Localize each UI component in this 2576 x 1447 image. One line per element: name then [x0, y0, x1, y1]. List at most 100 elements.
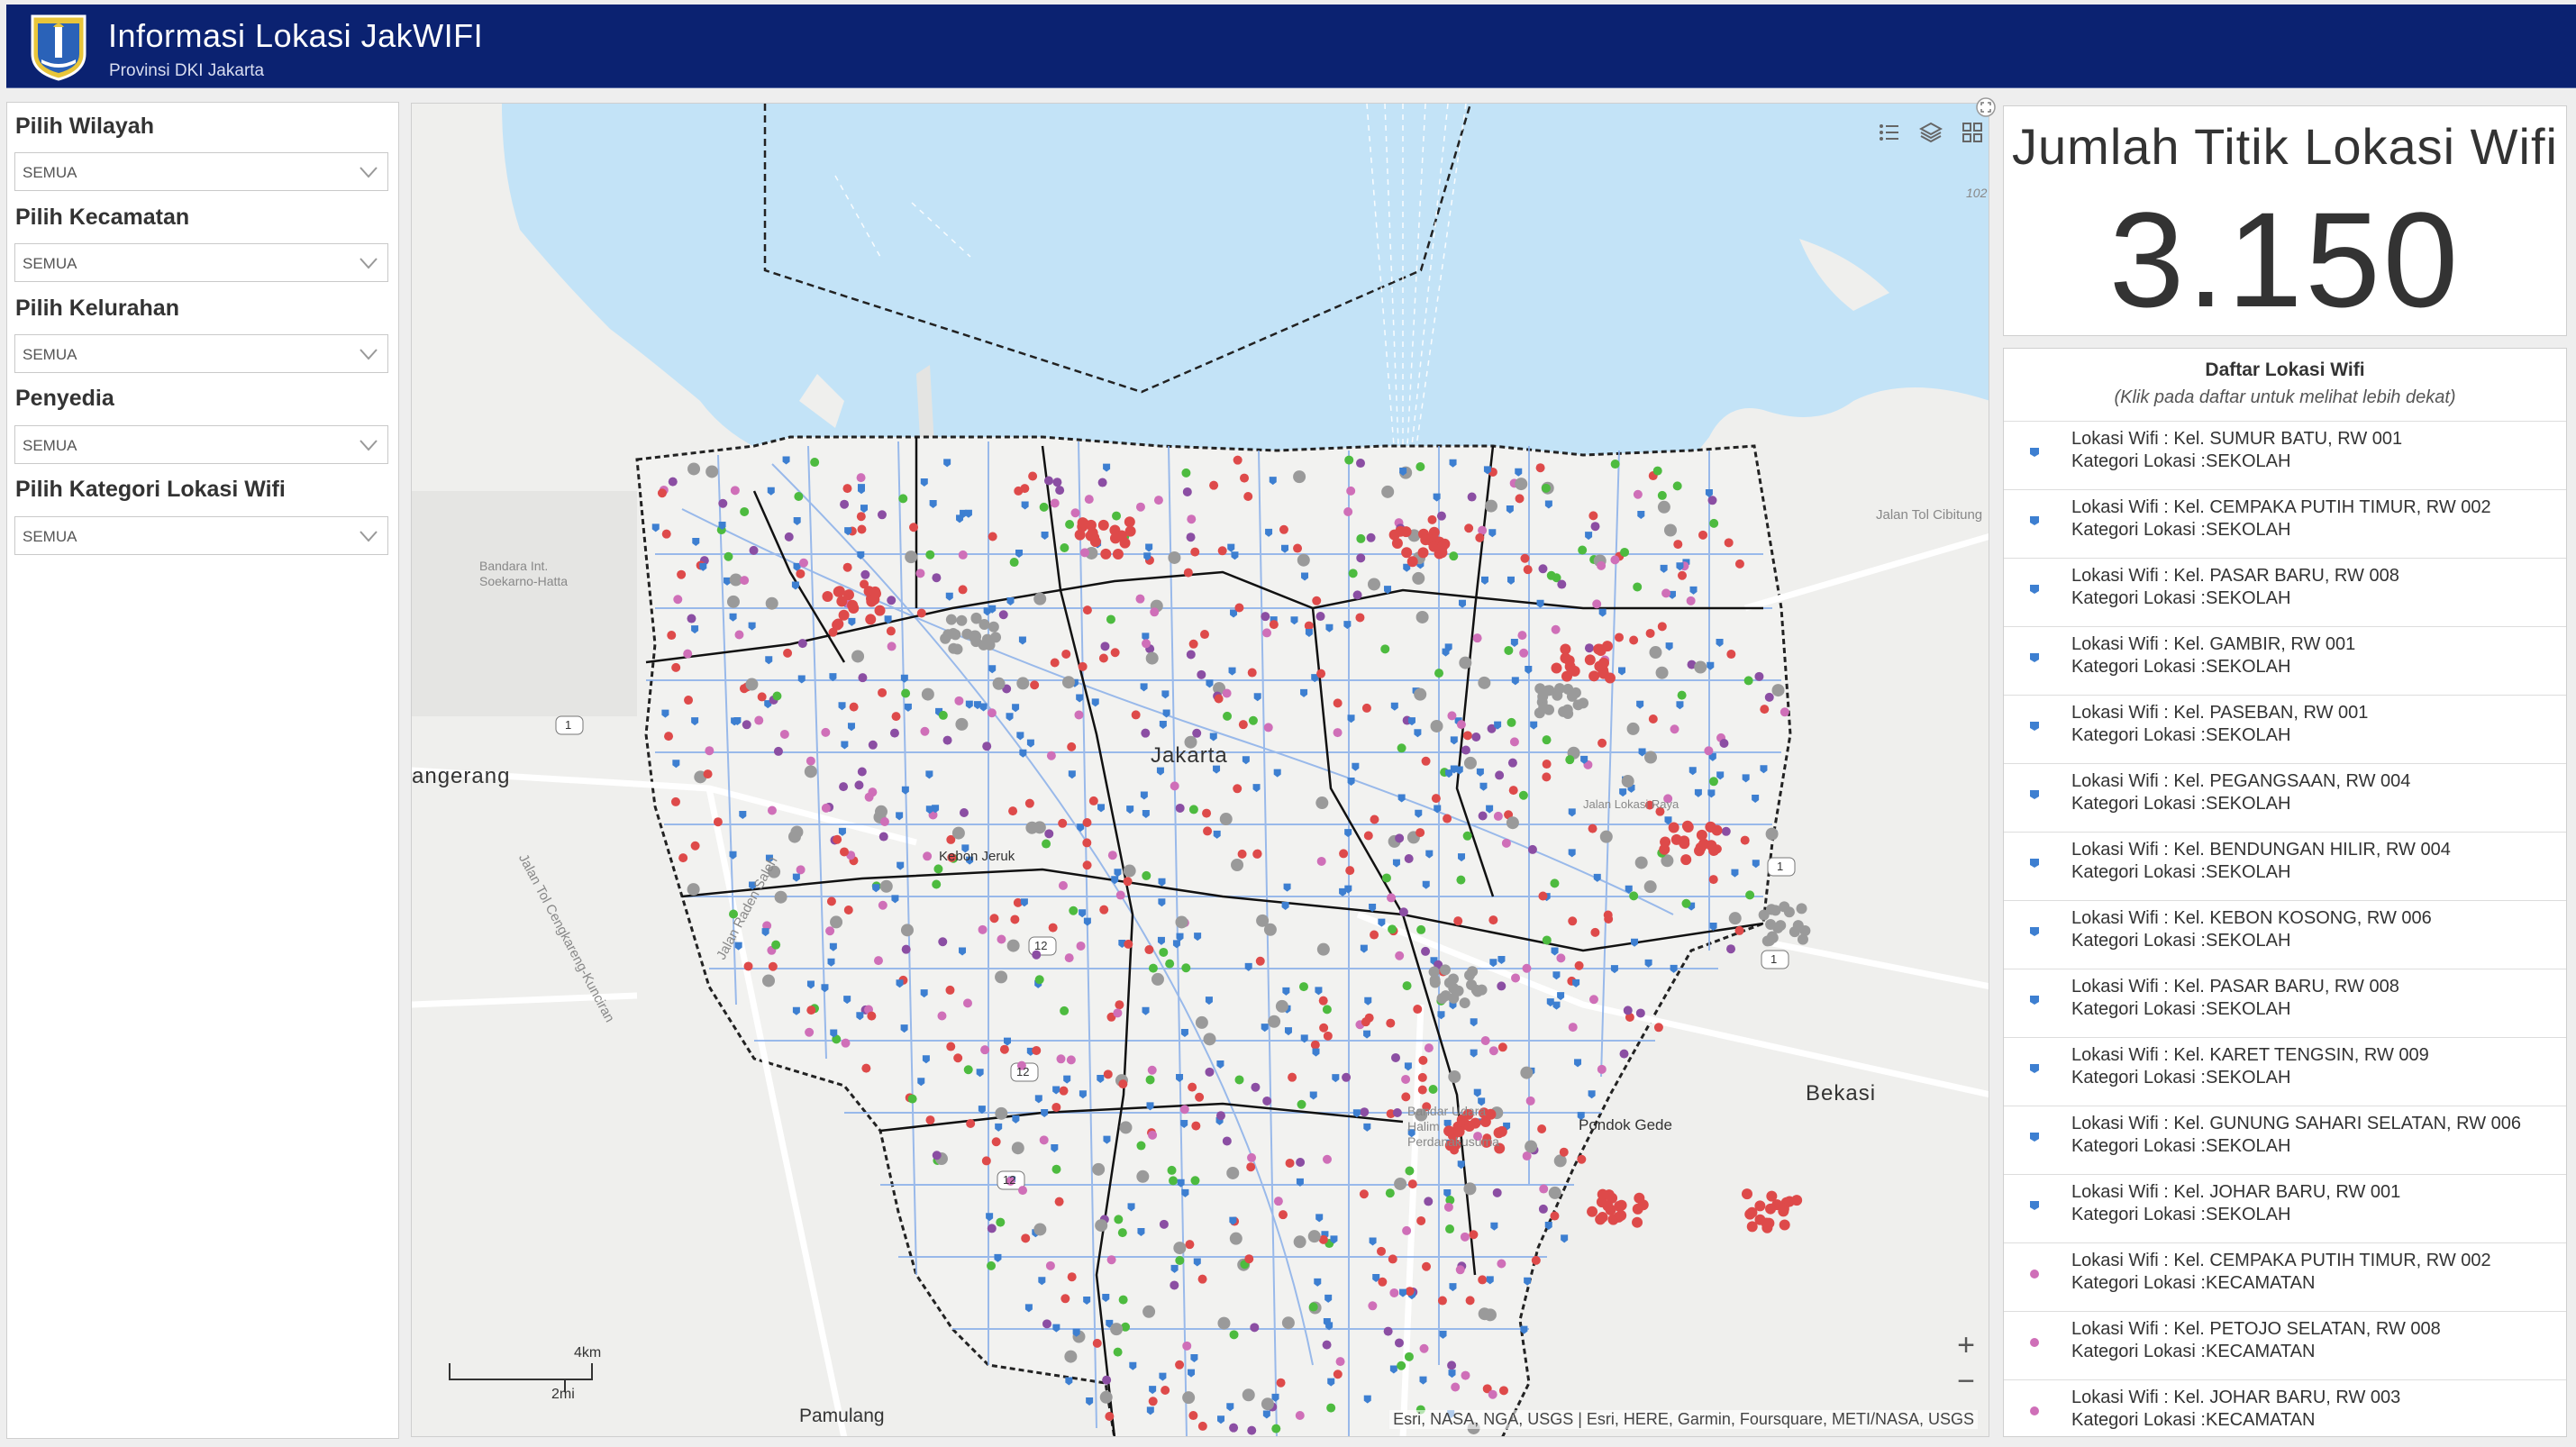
wifi-location-marker[interactable] [1261, 612, 1270, 622]
wifi-location-marker[interactable] [1082, 817, 1092, 827]
wifi-location-marker[interactable] [1051, 1102, 1061, 1112]
wifi-location-marker[interactable] [857, 767, 867, 777]
wifi-location-marker[interactable] [1495, 770, 1505, 780]
wifi-location-marker[interactable] [1431, 794, 1441, 804]
wifi-location-marker[interactable] [1008, 806, 1018, 816]
wifi-location-marker[interactable] [677, 569, 687, 579]
wifi-location-marker[interactable] [1445, 1224, 1455, 1234]
wifi-location-marker[interactable] [1551, 662, 1562, 674]
list-item[interactable]: Lokasi Wifi : Kel. PASAR BARU, RW 008 Kat… [2004, 969, 2566, 1037]
wifi-location-marker[interactable] [1401, 547, 1413, 559]
wifi-location-marker[interactable] [1542, 735, 1552, 745]
wifi-location-marker[interactable] [879, 816, 889, 826]
wifi-location-marker[interactable] [1322, 1340, 1332, 1350]
wifi-location-marker[interactable] [849, 702, 859, 712]
wifi-location-marker[interactable] [1734, 925, 1744, 935]
wifi-location-marker[interactable] [1316, 856, 1326, 866]
wifi-location-marker[interactable] [1367, 578, 1380, 591]
wifi-location-marker[interactable] [1065, 520, 1075, 530]
wifi-location-marker[interactable] [821, 803, 831, 813]
wifi-location-marker[interactable] [1058, 818, 1068, 828]
wifi-location-marker[interactable] [1472, 986, 1484, 997]
wifi-location-marker[interactable] [1629, 891, 1639, 901]
wifi-location-marker[interactable] [1175, 803, 1185, 813]
wifi-location-marker[interactable] [765, 596, 778, 610]
wifi-location-marker[interactable] [1345, 866, 1355, 876]
wifi-location-marker[interactable] [1584, 643, 1594, 653]
wifi-location-marker[interactable] [995, 970, 1008, 984]
wifi-location-marker[interactable] [1315, 612, 1325, 622]
wifi-location-marker[interactable] [1106, 1255, 1116, 1265]
wifi-location-marker[interactable] [891, 712, 901, 722]
wifi-location-marker[interactable] [1780, 707, 1789, 717]
wifi-location-marker[interactable] [1588, 511, 1598, 521]
wifi-location-marker[interactable] [1188, 805, 1198, 815]
wifi-location-marker[interactable] [856, 512, 866, 522]
wifi-location-marker[interactable] [842, 562, 852, 572]
wifi-location-marker[interactable] [900, 924, 914, 937]
list-item[interactable]: Lokasi Wifi : Kel. JOHAR BARU, RW 003 Kat… [2004, 1379, 2566, 1436]
wifi-location-marker[interactable] [1504, 645, 1514, 655]
wifi-location-marker[interactable] [1449, 551, 1459, 561]
wifi-location-marker[interactable] [1020, 484, 1030, 494]
wifi-location-marker[interactable] [1633, 489, 1643, 499]
wifi-location-marker[interactable] [1424, 1197, 1434, 1206]
wifi-location-marker[interactable] [1550, 1211, 1560, 1221]
wifi-location-marker[interactable] [1601, 641, 1613, 652]
wifi-location-marker[interactable] [1333, 728, 1343, 738]
wifi-location-marker[interactable] [1595, 1214, 1607, 1225]
wifi-location-marker[interactable] [1191, 1121, 1201, 1131]
list-item[interactable]: Lokasi Wifi : Kel. PETOJO SELATAN, RW 00… [2004, 1311, 2566, 1379]
wifi-location-marker[interactable] [1356, 553, 1366, 563]
wifi-location-marker[interactable] [1597, 560, 1607, 570]
wifi-location-marker[interactable] [1085, 519, 1097, 531]
wifi-location-marker[interactable] [1517, 631, 1527, 641]
wifi-location-marker[interactable] [1565, 755, 1575, 765]
wifi-location-marker[interactable] [1042, 1319, 1051, 1329]
wifi-location-marker[interactable] [898, 494, 908, 504]
wifi-location-marker[interactable] [1276, 1378, 1286, 1388]
wifi-location-marker[interactable] [1082, 605, 1092, 615]
wifi-location-marker[interactable] [1519, 648, 1529, 658]
wifi-location-marker[interactable] [886, 626, 896, 636]
wifi-location-marker[interactable] [1484, 499, 1497, 513]
wifi-location-marker[interactable] [1097, 519, 1109, 531]
wifi-location-marker[interactable] [1588, 995, 1598, 1005]
wifi-location-marker[interactable] [772, 691, 782, 701]
wifi-location-marker[interactable] [1124, 939, 1133, 949]
wifi-location-marker[interactable] [1385, 1188, 1395, 1198]
wifi-location-marker[interactable] [1657, 500, 1670, 514]
wifi-location-marker[interactable] [940, 632, 951, 644]
wifi-location-marker[interactable] [1475, 532, 1485, 542]
wifi-location-marker[interactable] [805, 1027, 815, 1037]
wifi-location-marker[interactable] [1424, 1043, 1434, 1053]
wifi-location-marker[interactable] [1169, 1176, 1179, 1186]
wifi-location-marker[interactable] [1652, 466, 1662, 476]
wifi-location-marker[interactable] [1136, 1169, 1150, 1183]
wifi-location-marker[interactable] [991, 1137, 1001, 1147]
wifi-location-marker[interactable] [743, 961, 753, 971]
wifi-location-marker[interactable] [1604, 915, 1614, 924]
wifi-location-marker[interactable] [1060, 543, 1070, 553]
list-item[interactable]: Lokasi Wifi : Kel. SUMUR BATU, RW 001 Kat… [2004, 421, 2566, 489]
wifi-location-marker[interactable] [1060, 1006, 1070, 1015]
map-view[interactable]: 1 1 1 12 12 12 angerang Jakarta Bekasi P… [411, 103, 1989, 1437]
wifi-location-marker[interactable] [1335, 1357, 1345, 1367]
wifi-location-marker[interactable] [684, 696, 694, 705]
wifi-location-marker[interactable] [740, 506, 750, 516]
wifi-location-marker[interactable] [1657, 490, 1667, 500]
wifi-location-marker[interactable] [1461, 745, 1470, 755]
wifi-location-marker[interactable] [1436, 511, 1446, 521]
wifi-location-marker[interactable] [1461, 1370, 1470, 1380]
wifi-location-marker[interactable] [1136, 1141, 1146, 1151]
wifi-location-marker[interactable] [1620, 547, 1630, 557]
wifi-location-marker[interactable] [833, 834, 842, 844]
wifi-location-marker[interactable] [1401, 1092, 1411, 1102]
wifi-location-marker[interactable] [1368, 1301, 1378, 1311]
wifi-location-marker[interactable] [1421, 946, 1431, 956]
wifi-location-marker[interactable] [1463, 756, 1477, 769]
wifi-location-marker[interactable] [787, 830, 801, 843]
wifi-location-marker[interactable] [1770, 905, 1781, 916]
wifi-location-marker[interactable] [1197, 669, 1206, 679]
wifi-location-marker[interactable] [938, 710, 948, 720]
